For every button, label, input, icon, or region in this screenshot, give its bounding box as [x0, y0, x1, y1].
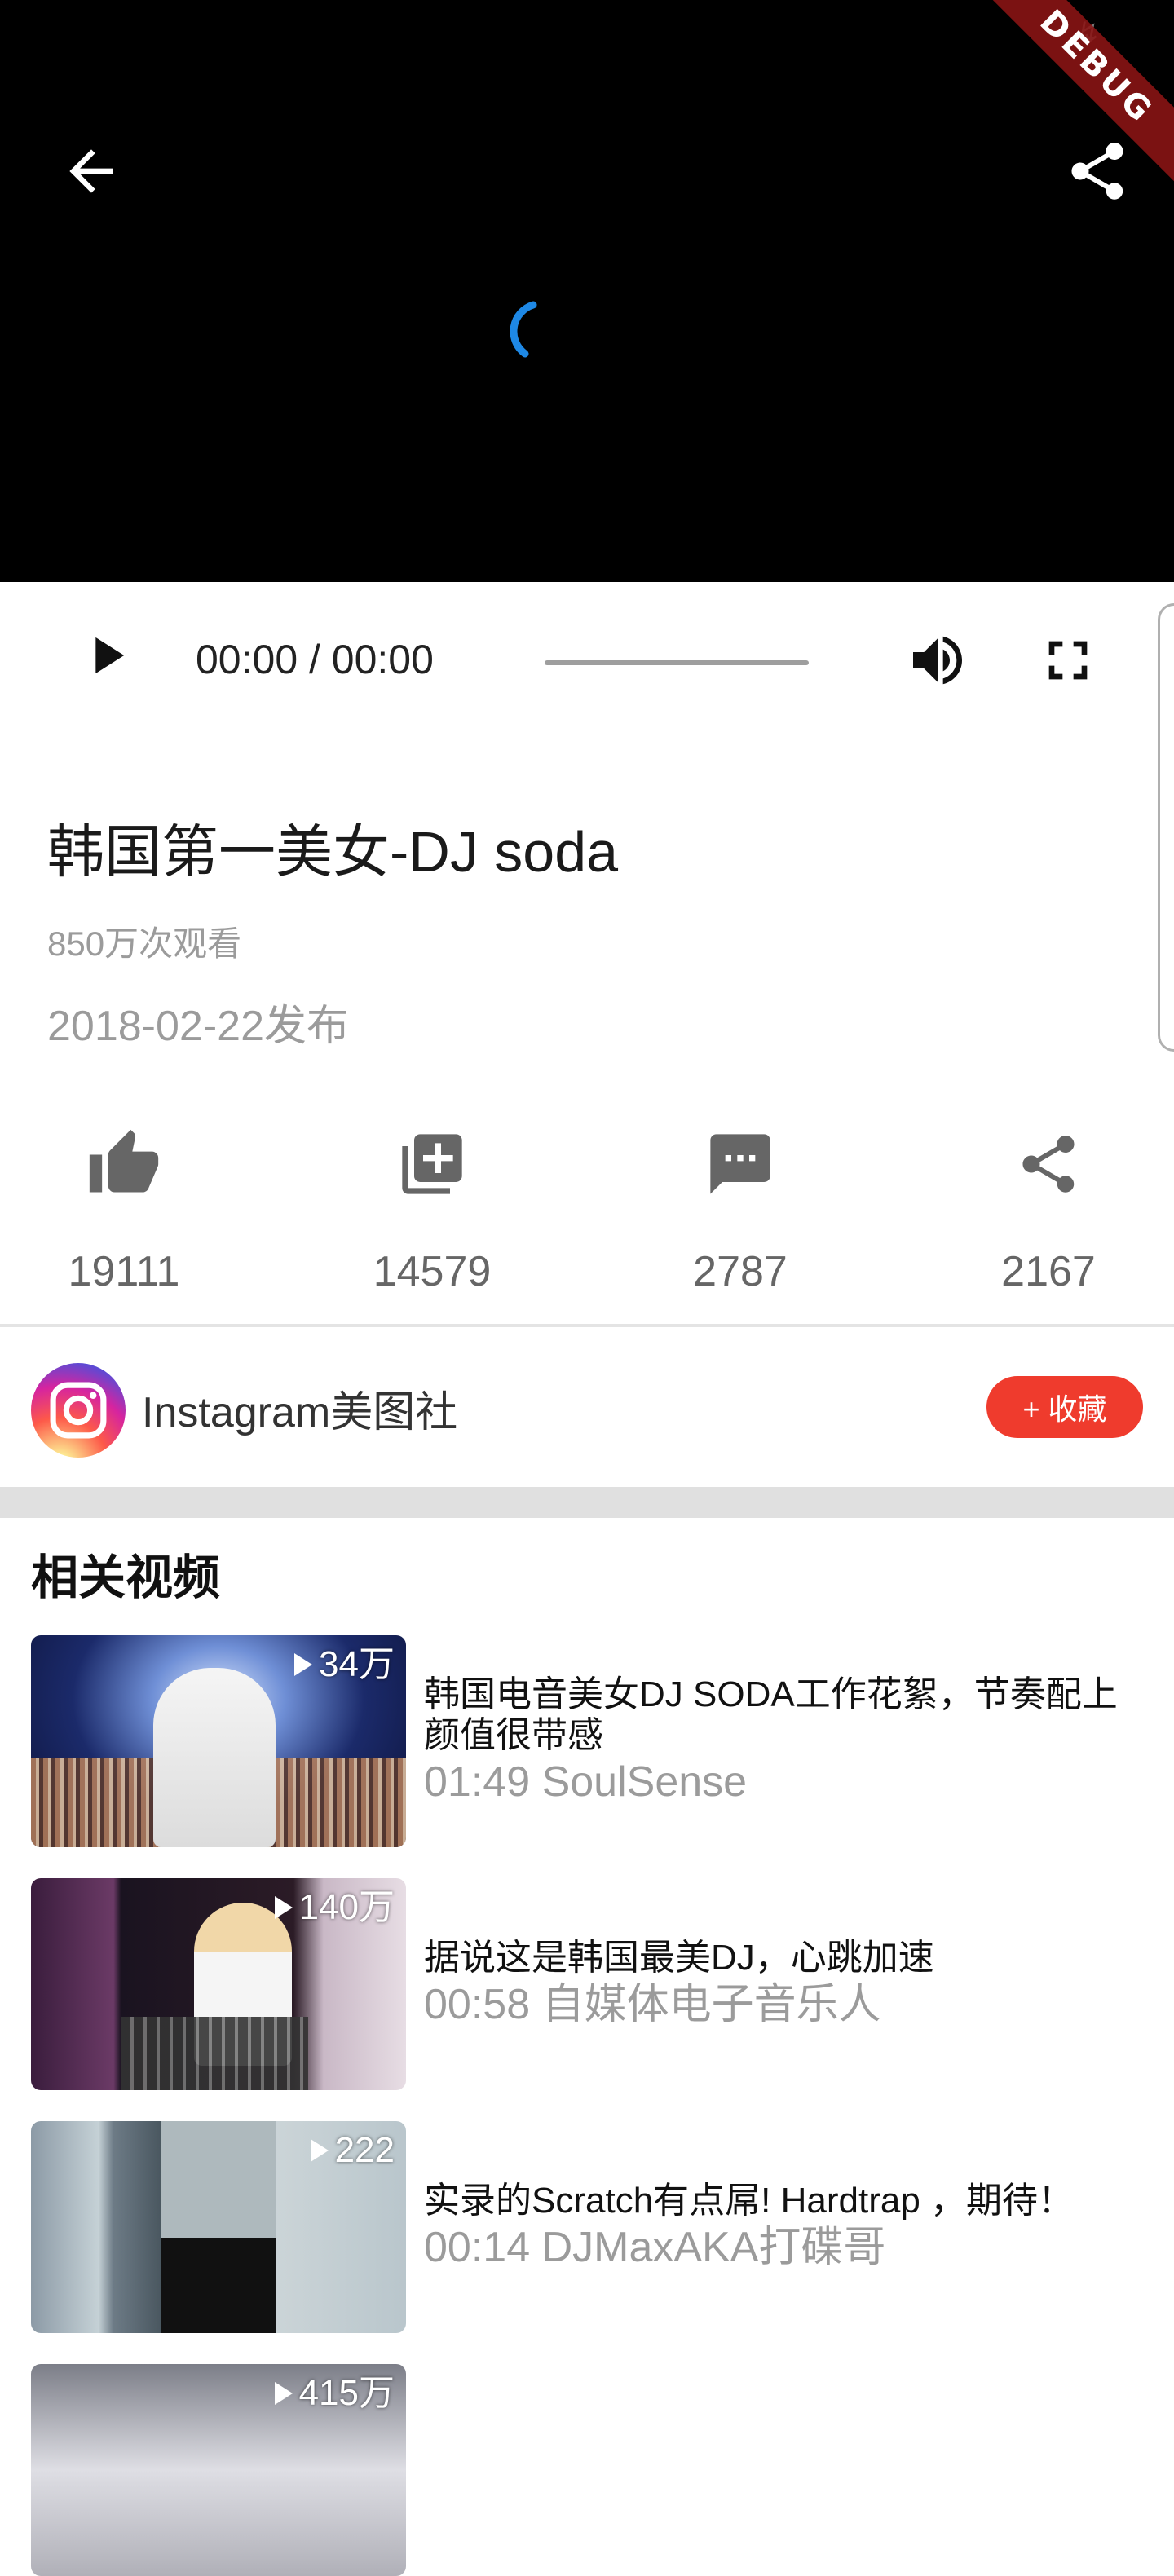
- channel-avatar[interactable]: [31, 1363, 126, 1458]
- play-icon: [95, 637, 125, 674]
- fullscreen-button[interactable]: [1035, 628, 1101, 693]
- video-player[interactable]: ↯ DEBUG: [0, 0, 1174, 582]
- share-action-button[interactable]: 2167: [951, 1125, 1146, 1304]
- play-triangle-icon: [274, 2382, 293, 2405]
- fullscreen-icon: [1048, 641, 1088, 680]
- back-button[interactable]: [51, 130, 132, 212]
- thumb-up-icon: [89, 1129, 159, 1193]
- share-icon: [1071, 143, 1123, 200]
- action-row: 19111 14579 2787 2167: [0, 1125, 1174, 1321]
- share-button[interactable]: [1057, 130, 1138, 212]
- like-count: 19111: [68, 1248, 180, 1295]
- comment-count: 2787: [693, 1248, 788, 1295]
- instagram-logo-icon: [50, 1382, 107, 1439]
- share-count: 2167: [1001, 1248, 1096, 1295]
- view-count: 850万次观看: [47, 924, 242, 963]
- video-thumbnail[interactable]: 140万: [31, 1878, 406, 2090]
- seek-bar[interactable]: [545, 660, 809, 665]
- related-video-meta: 00:58 自媒体电子音乐人: [424, 1981, 881, 2028]
- play-count-badge: 34万: [294, 1640, 395, 1689]
- add-to-library-icon: [402, 1134, 462, 1194]
- related-video-meta: 01:49 SoulSense: [424, 1758, 748, 1806]
- volume-up-icon: [913, 636, 962, 685]
- related-video-meta: 00:14 DJMaxAKA打碟哥: [424, 2224, 886, 2271]
- video-title: 韩国第一美女-DJ soda: [47, 820, 619, 884]
- play-count: 34万: [319, 1644, 395, 1684]
- video-thumbnail[interactable]: 34万: [31, 1635, 406, 1847]
- play-button[interactable]: [73, 623, 139, 688]
- channel-name[interactable]: Instagram美图社: [142, 1384, 457, 1441]
- like-button[interactable]: 19111: [26, 1125, 222, 1304]
- play-count: 415万: [298, 2373, 395, 2413]
- play-count-badge: 140万: [274, 1883, 395, 1932]
- collect-button[interactable]: 14579: [334, 1125, 530, 1304]
- play-count-badge: 415万: [274, 2369, 395, 2418]
- play-count: 222: [334, 2130, 395, 2170]
- collect-count: 14579: [373, 1248, 492, 1295]
- related-video-title[interactable]: 韩国电音美女DJ SODA工作花絮，节奏配上颜值很带感: [424, 1674, 1141, 1756]
- play-triangle-icon: [274, 1896, 293, 1919]
- related-video-item[interactable]: 415万: [31, 2364, 1148, 2576]
- related-heading: 相关视频: [31, 1551, 221, 1604]
- related-video-item[interactable]: 140万 据说这是韩国最美DJ，心跳加速 00:58 自媒体电子音乐人: [31, 1878, 1148, 2090]
- loading-spinner: [510, 301, 537, 358]
- play-triangle-icon: [310, 2139, 329, 2162]
- related-video-title[interactable]: 据说这是韩国最美DJ，心跳加速: [424, 1938, 1141, 1978]
- player-controls: 00:00 / 00:00: [0, 582, 1174, 737]
- related-video-item[interactable]: 222 实录的Scratch有点屌! Hardtrap ，期待！ 00:14 D…: [31, 2121, 1148, 2333]
- follow-button[interactable]: + 收藏: [986, 1376, 1143, 1438]
- play-count-badge: 222: [310, 2126, 395, 2175]
- comment-icon: [710, 1134, 770, 1194]
- share-icon: [1022, 1136, 1075, 1193]
- volume-button[interactable]: [905, 628, 970, 693]
- comment-button[interactable]: 2787: [642, 1125, 838, 1304]
- play-triangle-icon: [294, 1653, 313, 1676]
- related-video-item[interactable]: 34万 韩国电音美女DJ SODA工作花絮，节奏配上颜值很带感 01:49 So…: [31, 1635, 1148, 1847]
- time-display: 00:00 / 00:00: [196, 637, 434, 682]
- channel-row[interactable]: Instagram美图社 + 收藏: [0, 1327, 1174, 1487]
- arrow-back-icon: [69, 149, 113, 193]
- section-divider: [0, 1487, 1174, 1518]
- related-video-title[interactable]: 实录的Scratch有点屌! Hardtrap ，期待！: [424, 2181, 1141, 2221]
- publish-date: 2018-02-22发布: [47, 1003, 349, 1050]
- edge-scroll-indicator[interactable]: [1158, 603, 1174, 1052]
- play-count: 140万: [298, 1887, 395, 1927]
- video-thumbnail[interactable]: 222: [31, 2121, 406, 2333]
- video-thumbnail[interactable]: 415万: [31, 2364, 406, 2576]
